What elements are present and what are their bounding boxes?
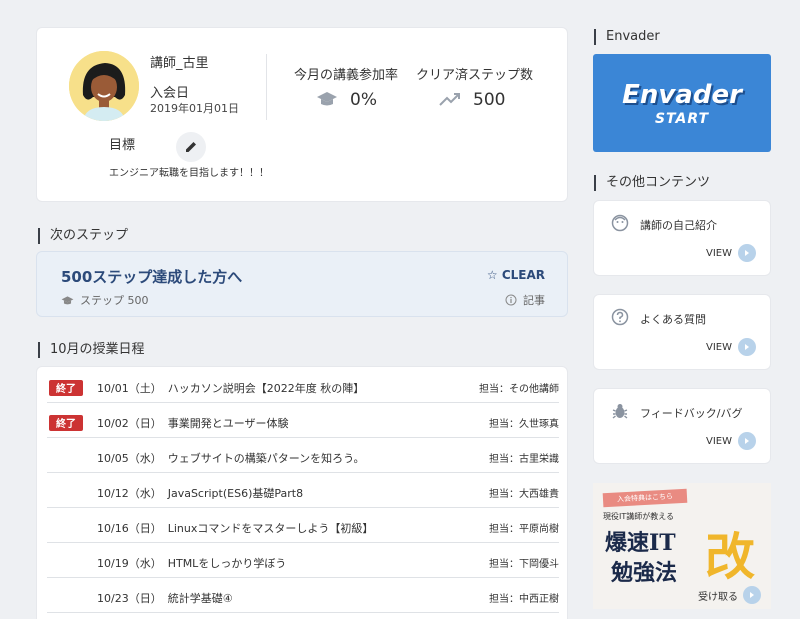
schedule-card: 終了 10/01（土） ハッカソン説明会【2022年度 秋の陣】 担当：その他講…: [36, 366, 568, 619]
envader-start: START: [654, 111, 710, 127]
envader-heading: Envader: [594, 29, 660, 45]
schedule-heading: 10月の授業日程: [38, 342, 145, 358]
question-icon: [611, 308, 629, 326]
info-icon: [505, 294, 517, 306]
attendance-label: 今月の講義参加率: [294, 68, 399, 83]
step-label: ステップ 500: [80, 294, 149, 307]
avatar: [69, 51, 139, 121]
receive-button[interactable]: 受け取る: [698, 586, 761, 604]
promo-title-line1: 爆速IT: [605, 530, 676, 556]
view-label: VIEW: [706, 247, 732, 259]
pencil-icon: [186, 142, 196, 152]
row-instructor: 担当：大西雄貴: [489, 489, 559, 500]
row-date: 10/12（水）: [97, 486, 162, 500]
row-date: 10/05（水）: [97, 451, 162, 465]
view-link[interactable]: VIEW: [706, 338, 756, 356]
promo-title-line2: 勉強法: [611, 560, 678, 586]
schedule-row[interactable]: 10/12（水） JavaScript(ES6)基礎Part8 担当：大西雄貴: [47, 478, 559, 508]
promo-subtitle: 現役IT講師が教える: [603, 512, 675, 521]
clear-button[interactable]: ☆ CLEAR: [487, 268, 545, 282]
card-title: 講師の自己紹介: [640, 219, 717, 232]
star-icon: ☆: [486, 268, 498, 282]
profile-card: 講師_古里 入会日 2019年01月01日 今月の講義参加率 0% クリア済ステ…: [36, 27, 568, 202]
row-date: 10/02（日）: [97, 416, 162, 430]
row-instructor: 担当：その他講師: [479, 384, 559, 395]
card-title: フィードバック/バグ: [640, 407, 743, 420]
join-label: 入会日: [150, 86, 190, 101]
row-date: 10/19（水）: [97, 556, 162, 570]
arrow-right-icon: [738, 432, 756, 450]
feedback-card[interactable]: フィードバック/バグ VIEW: [593, 388, 771, 464]
clear-label: CLEAR: [501, 268, 545, 282]
row-title[interactable]: ウェブサイトの構築パターンを知ろう。: [168, 450, 365, 466]
cleared-steps-value: 500: [473, 90, 506, 110]
card-title: よくある質問: [640, 313, 706, 326]
arrow-right-icon: [738, 244, 756, 262]
cleared-steps-label: クリア済ステップ数: [416, 68, 534, 83]
edit-goal-button[interactable]: [176, 132, 206, 162]
row-instructor: 担当：平原尚樹: [489, 524, 559, 535]
schedule-row[interactable]: 10/05（水） ウェブサイトの構築パターンを知ろう。 担当：古里栄識: [47, 443, 559, 473]
schedule-row[interactable]: 終了 10/02（日） 事業開発とユーザー体験 担当：久世琢真: [47, 408, 559, 438]
envader-banner[interactable]: Envader START: [593, 54, 771, 152]
row-instructor: 担当：古里栄識: [489, 454, 559, 465]
row-date: 10/23（日）: [97, 591, 162, 605]
row-date: 10/01（土）: [97, 381, 162, 395]
bug-icon: [611, 402, 629, 420]
promo-banner[interactable]: 入会特典はこちら 現役IT講師が教える 爆速IT 勉強法 改 受け取る: [593, 483, 771, 609]
row-instructor: 担当：中西正樹: [489, 594, 559, 605]
next-step-heading: 次のステップ: [38, 228, 128, 244]
schedule-row[interactable]: 10/19（水） HTMLをしっかり学ぼう 担当：下岡優斗: [47, 548, 559, 578]
row-title[interactable]: 事業開発とユーザー体験: [168, 415, 289, 431]
finished-badge: 終了: [49, 414, 83, 431]
instructor-intro-card[interactable]: 講師の自己紹介 VIEW: [593, 200, 771, 276]
envader-logo: Envader: [622, 80, 742, 110]
arrow-right-icon: [738, 338, 756, 356]
schedule-row[interactable]: 終了 10/01（土） ハッカソン説明会【2022年度 秋の陣】 担当：その他講…: [47, 373, 559, 403]
schedule-row[interactable]: 10/16（日） Linuxコマンドをマスターしよう【初級】 担当：平原尚樹: [47, 513, 559, 543]
row-instructor: 担当：下岡優斗: [489, 559, 559, 570]
view-link[interactable]: VIEW: [706, 432, 756, 450]
trending-up-icon: [439, 91, 461, 110]
row-title[interactable]: Linuxコマンドをマスターしよう【初級】: [168, 520, 374, 536]
receive-label: 受け取る: [698, 591, 738, 603]
graduation-cap-icon: [316, 90, 338, 111]
view-label: VIEW: [706, 341, 732, 353]
next-step-title[interactable]: 500ステップ達成した方へ: [61, 266, 242, 287]
arrow-right-icon: [743, 586, 761, 604]
next-step-card[interactable]: 500ステップ達成した方へ ☆ CLEAR ステップ 500 記事: [36, 251, 568, 317]
attendance-value: 0%: [350, 90, 377, 110]
goal-text: エンジニア転職を目指します！！！: [109, 168, 269, 179]
row-title[interactable]: HTMLをしっかり学ぼう: [168, 555, 287, 571]
view-label: VIEW: [706, 435, 732, 447]
join-date: 2019年01月01日: [150, 102, 239, 115]
other-contents-heading: その他コンテンツ: [594, 175, 710, 191]
instructor-name: 講師_古里: [150, 56, 209, 71]
graduation-cap-icon: [61, 295, 74, 304]
finished-badge: 終了: [49, 379, 83, 396]
row-instructor: 担当：久世琢真: [489, 419, 559, 430]
schedule-row[interactable]: 10/23（日） 統計学基礎④ 担当：中西正樹: [47, 583, 559, 613]
article-link[interactable]: 記事: [505, 292, 545, 308]
promo-tag: 入会特典はこちら: [602, 488, 688, 508]
view-link[interactable]: VIEW: [706, 244, 756, 262]
row-date: 10/16（日）: [97, 521, 162, 535]
goal-label: 目標: [109, 138, 136, 153]
row-title[interactable]: 統計学基礎④: [168, 590, 233, 606]
article-label: 記事: [523, 294, 545, 307]
step-number: ステップ 500: [61, 292, 149, 308]
row-title[interactable]: JavaScript(ES6)基礎Part8: [168, 485, 303, 501]
row-title[interactable]: ハッカソン説明会【2022年度 秋の陣】: [168, 380, 365, 396]
promo-kai: 改: [705, 527, 755, 586]
divider: [266, 54, 267, 120]
face-icon: [611, 214, 629, 232]
faq-card[interactable]: よくある質問 VIEW: [593, 294, 771, 370]
